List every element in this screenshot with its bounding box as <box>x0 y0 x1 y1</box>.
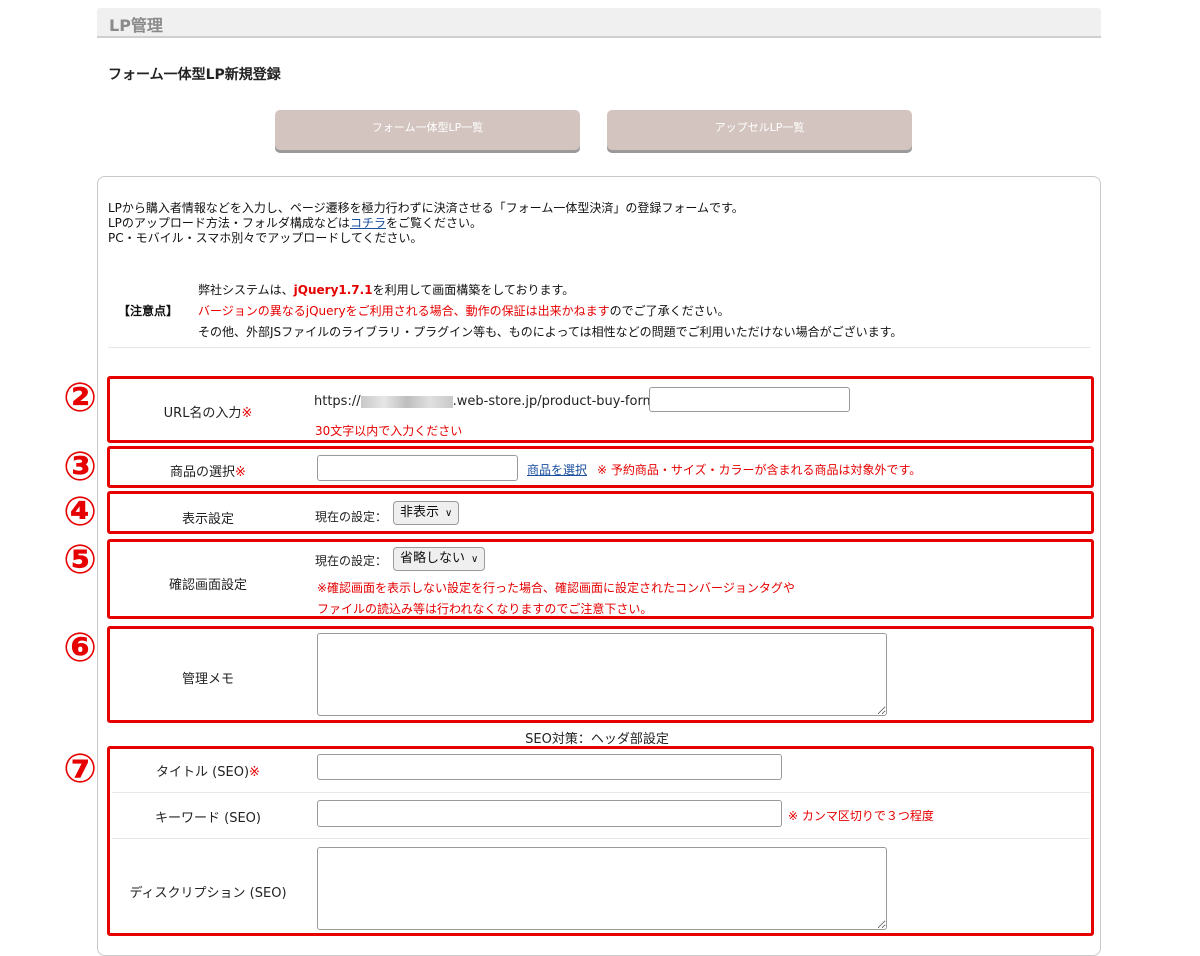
url-prefix: https:// <box>314 394 361 409</box>
marker-7: ⑦ <box>63 746 97 792</box>
notice-line-2-after: のでご了承ください。 <box>609 304 730 318</box>
notice-line-1-after: を利用して画面構築をしております。 <box>372 283 575 297</box>
seo-title-input[interactable] <box>317 754 782 780</box>
row-divider <box>112 838 1090 839</box>
product-label: 商品の選択※ <box>108 461 308 480</box>
notice-warning: バージョンの異なるjQueryをご利用される場合、動作の保証は出来かねます <box>198 304 610 318</box>
page-title: フォーム一体型LP新規登録 <box>108 67 281 83</box>
seo-keyword-note: ※ カンマ区切りで３つ程度 <box>788 809 934 823</box>
section-header: LP管理 <box>97 8 1101 38</box>
product-input[interactable] <box>317 455 518 481</box>
seo-keyword-input[interactable] <box>317 800 782 827</box>
url-prefix-row: https:// .web-store.jp/product-buy-form/ <box>314 394 660 409</box>
chevron-down-icon: ∨ <box>445 508 453 519</box>
display-select[interactable]: 非表示 ∨ <box>393 501 460 525</box>
intro-line-2-before: LPのアップロード方法・フォルダ構成などは <box>108 216 350 230</box>
marker-4: ④ <box>63 489 97 535</box>
required-mark: ※ <box>241 406 253 421</box>
marker-5: ⑤ <box>63 537 97 583</box>
upsell-list-button[interactable]: アップセルLP一覧 <box>607 110 912 150</box>
intro-line-3: PC・モバイル・スマホ別々でアップロードしてください。 <box>108 231 423 245</box>
required-mark: ※ <box>249 765 260 780</box>
url-hint: 30文字以内で入力ください <box>315 424 463 438</box>
jquery-version: jQuery1.7.1 <box>293 283 373 297</box>
lp-list-button[interactable]: フォーム一体型LP一覧 <box>275 110 580 150</box>
row-divider <box>112 792 1090 793</box>
seo-heading: SEO対策：ヘッダ部設定 <box>525 732 669 747</box>
confirm-label: 確認画面設定 <box>168 578 247 593</box>
intro-line-2: LPのアップロード方法・フォルダ構成などはコチラをご覧ください。 <box>108 216 744 231</box>
upload-help-link[interactable]: コチラ <box>350 216 386 230</box>
memo-textarea[interactable] <box>317 633 887 716</box>
intro-line-1: LPから購入者情報などを入力し、ページ遷移を極力行わずに決済させる「フォーム一体… <box>108 201 744 215</box>
display-selected-value: 非表示 <box>400 505 440 520</box>
confirm-note-2: ファイルの読込み等は行われなくなりますのでご注意下さい。 <box>317 602 653 616</box>
seo-description-label: ディスクリプション (SEO) <box>129 886 287 901</box>
product-label-text: 商品の選択 <box>170 465 236 480</box>
notice-line-3: その他、外部JSファイルのライブラリ・プラグイン等も、ものによっては相性などの問… <box>198 325 903 339</box>
confirm-selected-value: 省略しない <box>400 551 466 566</box>
select-product-link[interactable]: 商品を選択 <box>527 461 587 478</box>
marker-6: ⑥ <box>63 625 97 671</box>
product-note: ※ 予約商品・サイズ・カラーが含まれる商品は対象外です。 <box>597 463 922 477</box>
notice-line-1-before: 弊社システムは、 <box>198 283 294 297</box>
url-name-input[interactable] <box>649 387 850 412</box>
chevron-down-icon: ∨ <box>471 554 479 565</box>
intro-line-2-after: をご覧ください。 <box>385 216 482 230</box>
divider <box>108 347 1090 348</box>
seo-title-label-text: タイトル (SEO) <box>156 765 250 780</box>
display-label: 表示設定 <box>181 512 234 527</box>
section-title: LP管理 <box>109 16 163 35</box>
notice-line-2: バージョンの異なるjQueryをご利用される場合、動作の保証は出来かねますのでご… <box>198 301 902 322</box>
seo-title-label: タイトル (SEO)※ <box>108 761 308 780</box>
marker-2: ② <box>63 375 97 421</box>
seo-description-textarea[interactable] <box>317 847 887 930</box>
url-suffix: .web-store.jp/product-buy-form/ <box>452 394 660 409</box>
confirm-select[interactable]: 省略しない ∨ <box>393 547 486 571</box>
marker-3: ③ <box>63 444 97 490</box>
notice-text: 弊社システムは、jQuery1.7.1を利用して画面構築をしております。 バージ… <box>198 280 902 343</box>
url-label-text: URL名の入力 <box>163 406 242 421</box>
notice-label: 【注意点】 <box>118 304 179 318</box>
url-label: URL名の入力※ <box>108 402 308 421</box>
confirm-current-label: 現在の設定： <box>315 554 388 568</box>
seo-keyword-label: キーワード (SEO) <box>155 811 261 826</box>
notice-line-1: 弊社システムは、jQuery1.7.1を利用して画面構築をしております。 <box>198 280 902 301</box>
required-mark: ※ <box>235 465 246 480</box>
confirm-note-1: ※確認画面を表示しない設定を行った場合、確認画面に設定されたコンバージョンタグや <box>317 581 795 595</box>
redacted-shop-name <box>360 395 453 408</box>
intro-text: LPから購入者情報などを入力し、ページ遷移を極力行わずに決済させる「フォーム一体… <box>108 201 744 246</box>
memo-label: 管理メモ <box>181 672 234 687</box>
display-current-label: 現在の設定： <box>315 510 388 524</box>
